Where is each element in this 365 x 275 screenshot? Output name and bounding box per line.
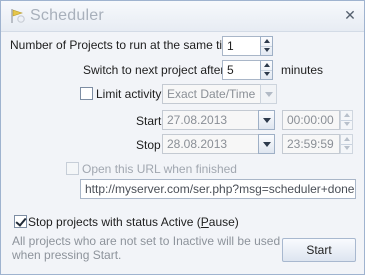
info-note: All projects who are not set to Inactive…	[12, 234, 280, 262]
open-url-label: Open this URL when finished	[82, 162, 237, 176]
info-note-line-1: All projects who are not set to Inactive…	[12, 234, 281, 248]
projects-count-input[interactable]: 1	[222, 36, 261, 56]
projects-count-spinner[interactable]	[260, 36, 273, 56]
stop-date-dropdown-button[interactable]	[258, 134, 275, 154]
chevron-down-icon	[263, 142, 271, 147]
stop-date-input[interactable]: 28.08.2013	[162, 134, 260, 154]
limit-mode-select[interactable]: Exact Date/Time	[162, 84, 262, 104]
spin-down-icon[interactable]	[341, 120, 352, 129]
url-input[interactable]: http://myserver.com/ser.php?msg=schedule…	[80, 179, 356, 199]
switch-minutes-spinner[interactable]	[260, 60, 273, 80]
start-date-input[interactable]: 27.08.2013	[162, 110, 260, 130]
close-icon[interactable]: ✕	[341, 6, 359, 24]
title-bar: Scheduler ✕	[1, 1, 364, 32]
start-button[interactable]: Start	[282, 238, 356, 262]
window-title: Scheduler	[30, 7, 104, 24]
spin-down-icon[interactable]	[341, 144, 352, 153]
stop-active-label: Stop projects with status Active (Pause)	[28, 215, 239, 229]
start-time-spinner[interactable]	[340, 110, 353, 130]
checkmark-icon	[15, 215, 27, 227]
chevron-down-icon	[265, 92, 273, 97]
stop-active-label-end: ause)	[208, 215, 239, 229]
scheduler-window: Scheduler ✕ Number of Projects to run at…	[0, 0, 365, 275]
stop-active-label-start: Stop projects with status Active (	[28, 215, 201, 229]
start-date-dropdown-button[interactable]	[258, 110, 275, 130]
spin-down-icon[interactable]	[261, 46, 272, 55]
chevron-down-icon	[263, 118, 271, 123]
stop-active-label-accel: P	[200, 215, 209, 229]
limit-activity-checkbox[interactable]	[80, 87, 93, 100]
switch-minutes-input[interactable]: 5	[222, 60, 261, 80]
open-url-checkbox[interactable]	[66, 162, 79, 175]
info-note-line-2: when pressing Start.	[12, 248, 122, 262]
stop-active-checkbox[interactable]	[14, 215, 27, 228]
limit-mode-dropdown-button[interactable]	[260, 84, 277, 104]
stop-time-input[interactable]: 23:59:59	[282, 134, 340, 154]
switch-label: Switch to next project after	[83, 63, 225, 77]
minutes-unit-label: minutes	[281, 63, 324, 77]
spin-down-icon[interactable]	[261, 70, 272, 79]
projects-count-label: Number of Projects to run at the same ti…	[10, 38, 239, 52]
scheduler-app-icon	[11, 9, 25, 23]
limit-activity-label: Limit activity	[96, 87, 162, 101]
start-time-input[interactable]: 00:00:00	[282, 110, 340, 130]
stop-time-spinner[interactable]	[340, 134, 353, 154]
